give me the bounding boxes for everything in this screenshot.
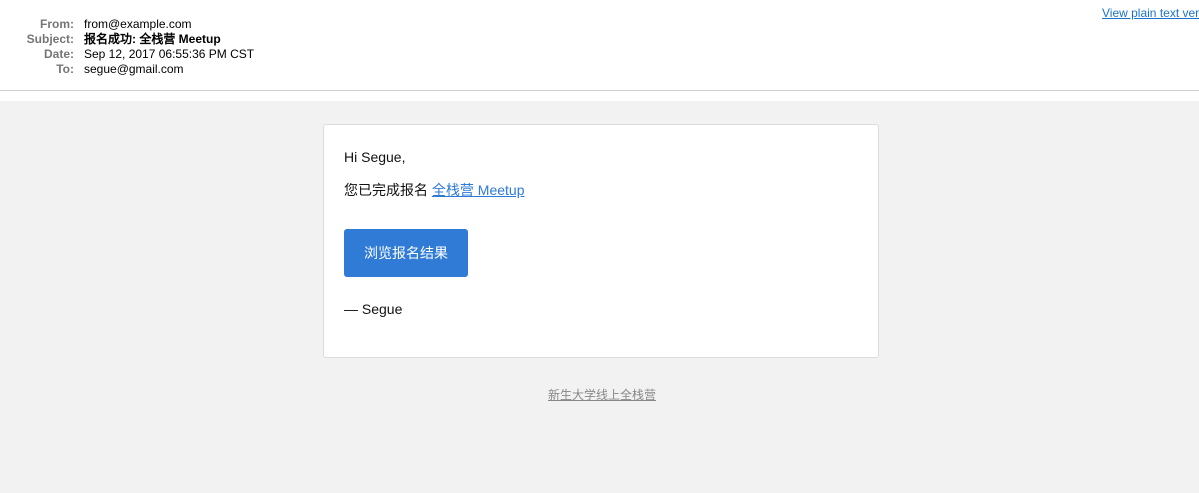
date-label: Date: <box>43 47 74 61</box>
header-spacer <box>0 91 1199 101</box>
from-value: from@example.com <box>84 17 192 31</box>
to-label: To: <box>56 62 74 76</box>
body-prefix: 您已完成报名 <box>344 182 432 198</box>
subject-label: Subject: <box>26 32 74 46</box>
date-value: Sep 12, 2017 06:55:36 PM CST <box>84 47 255 61</box>
from-row: From: from@example.com <box>0 17 254 32</box>
footer-org-link[interactable]: 新生大学线上全栈营 <box>548 386 656 403</box>
from-label: From: <box>40 17 74 31</box>
to-row: To: segue@gmail.com <box>0 62 254 77</box>
view-results-button[interactable]: 浏览报名结果 <box>344 229 468 277</box>
to-value: segue@gmail.com <box>84 62 184 76</box>
email-header: From: from@example.com Subject: 报名成功: 全栈… <box>0 0 1199 91</box>
view-plain-text-link[interactable]: View plain text version <box>1102 6 1199 20</box>
email-card: Hi Segue, 您已完成报名 全栈营 Meetup 浏览报名结果 — Seg… <box>323 124 879 358</box>
subject-value: 报名成功: 全栈营 Meetup <box>84 32 221 46</box>
greeting-text: Hi Segue, <box>344 149 406 165</box>
body-text: 您已完成报名 全栈营 Meetup <box>344 180 524 200</box>
date-row: Date: Sep 12, 2017 06:55:36 PM CST <box>0 47 254 62</box>
email-meta: From: from@example.com Subject: 报名成功: 全栈… <box>0 17 254 77</box>
signature-text: — Segue <box>344 301 403 317</box>
event-link[interactable]: 全栈营 Meetup <box>432 182 525 198</box>
subject-row: Subject: 报名成功: 全栈营 Meetup <box>0 32 254 47</box>
